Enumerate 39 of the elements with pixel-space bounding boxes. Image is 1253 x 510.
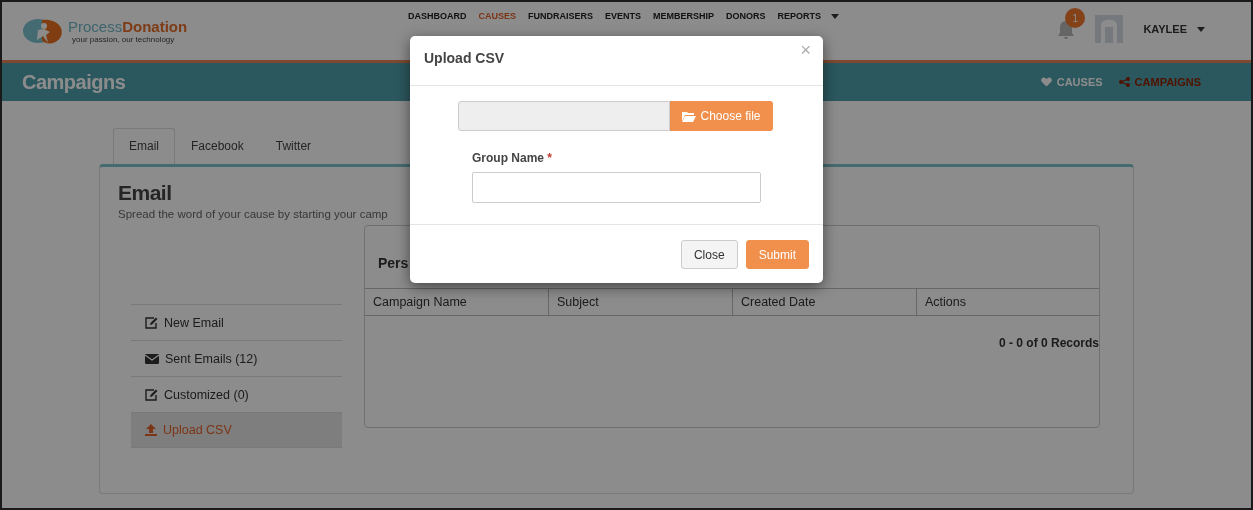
column-header: Subject [549,289,733,315]
panel-description: Spread the word of your cause by starting your camp [118,207,389,221]
dialog-title: Upload CSV [424,49,505,66]
tab[interactable]: Twitter [259,128,328,164]
user-menu[interactable]: KAYLEE [1143,23,1205,35]
sidebar-item[interactable]: Sent Emails (12) [131,340,342,376]
tab[interactable]: Facebook [175,128,260,164]
edit-icon [145,388,158,401]
bell-icon[interactable] [1057,20,1076,40]
notification-badge: 1 [1065,8,1086,28]
nav-link[interactable]: MEMBERSHIP [653,10,715,22]
column-header: Actions [924,294,967,311]
page-title: Campaigns [22,70,126,94]
envelope-icon [145,353,159,364]
caret-icon [1197,26,1205,32]
upload-icon [145,424,157,436]
panel-title: Email [118,181,172,205]
table-title: Pers [378,254,409,272]
nav-link[interactable]: CAUSES [478,10,516,22]
folder-icon [682,110,697,122]
tab[interactable]: Email [113,128,175,164]
share-icon [1118,77,1130,87]
nav-link[interactable]: DASHBOARD [408,10,467,22]
nav-link[interactable]: FUNDRAISERS [528,10,594,22]
heart-icon [1040,77,1052,87]
nav-link[interactable]: REPORTS [777,10,840,22]
logo-tagline: your passion, our technology [72,34,176,44]
group-name-field[interactable] [472,172,761,203]
file-name-field[interactable] [458,101,670,131]
nav-link[interactable]: DONORS [726,10,766,22]
sidebar-item[interactable]: New Email [131,304,342,340]
column-header: Campaign Name [365,289,549,315]
nav-link[interactable]: EVENTS [605,10,642,22]
records-count: 0 - 0 of 0 Records [997,336,1099,350]
logo-name: ProcessDonation [68,18,188,35]
column-header: Created Date [733,289,917,315]
close-dialog-button[interactable]: Close [680,240,738,269]
field-label: Group Name * [472,151,554,165]
edit-icon [145,316,158,329]
